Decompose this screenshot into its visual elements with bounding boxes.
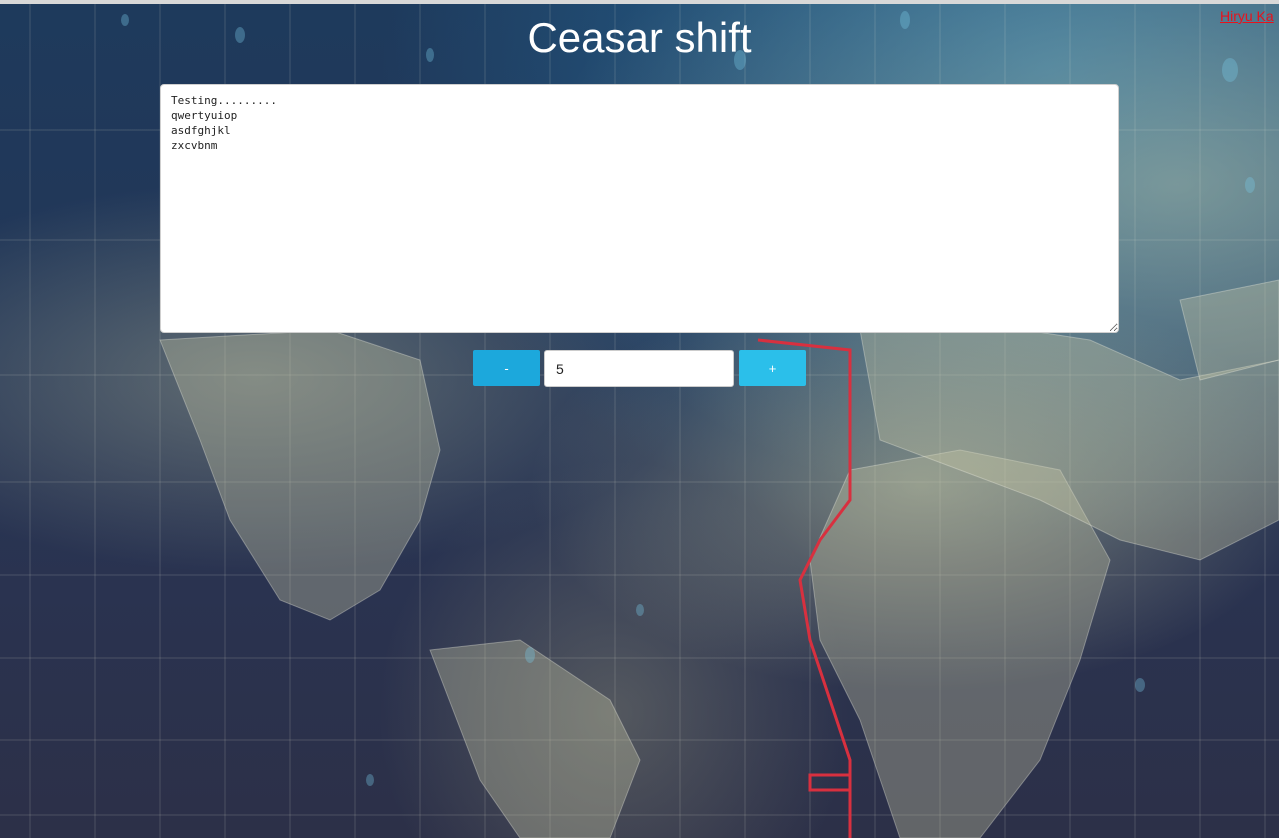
page-title: Ceasar shift <box>527 14 752 61</box>
top-border <box>0 0 1279 4</box>
shift-amount-input[interactable] <box>544 350 734 387</box>
increment-shift-button[interactable]: + <box>739 350 806 386</box>
author-link[interactable]: Hiryu Ka <box>1220 8 1274 24</box>
decrement-shift-button[interactable]: - <box>473 350 540 386</box>
cipher-text-area[interactable]: Testing......... qwertyuiop asdfghjkl zx… <box>160 84 1119 333</box>
